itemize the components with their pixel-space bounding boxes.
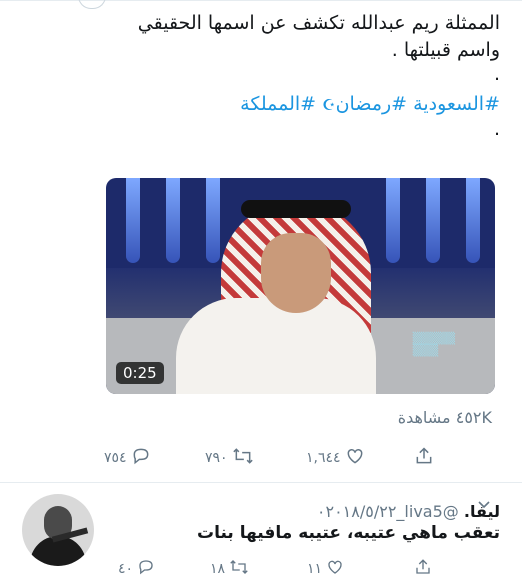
crescent-moon-icon: ☪	[322, 96, 336, 114]
reply-like-count: ١١	[307, 561, 323, 577]
reply-header: ليفا. @liva5_٠٢٠١٨/٥/٢٢	[317, 502, 500, 521]
stage-light	[206, 178, 220, 263]
divider	[0, 482, 522, 483]
previous-avatar-edge	[78, 0, 106, 9]
stage-light	[426, 178, 440, 263]
reply-text: تعقب ماهي عتيبه، عتيبه مافيها بنات	[196, 523, 500, 543]
tweet-actions: ٧٥٤ ٧٩٠ ١,٦٤٤	[0, 438, 522, 478]
video-player[interactable]: ▒▒▒▒▒ ▒▒▒ 0:25	[106, 178, 495, 394]
retweet-action[interactable]: ٧٩٠	[205, 446, 254, 470]
reply-handle-date[interactable]: @liva5_٠٢٠١٨/٥/٢٢	[317, 502, 459, 521]
stage-light	[126, 178, 140, 263]
tweet-line-2: واسم قبيلتها .	[391, 39, 500, 61]
reply-icon	[131, 446, 151, 470]
reply-reply-count: ٤٠	[118, 561, 134, 577]
reply-retweet-action[interactable]: ١٨	[210, 558, 249, 580]
video-face	[261, 233, 331, 313]
channel-logo: ▒▒▒▒▒ ▒▒▒	[412, 332, 455, 357]
reply-author-name[interactable]: ليفا.	[464, 502, 500, 521]
tweet-dot-2: .	[493, 118, 500, 140]
retweet-count: ٧٩٠	[205, 450, 228, 466]
reply-action[interactable]: ٧٥٤	[104, 446, 151, 470]
share-icon	[414, 558, 432, 580]
retweet-icon	[232, 446, 254, 470]
hashtag-ramadan[interactable]: #رمضان	[336, 93, 408, 115]
video-agal	[241, 200, 351, 218]
hashtag-kingdom[interactable]: #المملكة	[240, 93, 316, 115]
reply-like-action[interactable]: ١١	[307, 558, 344, 580]
stage-light	[166, 178, 180, 263]
reply-actions: ٤٠ ١٨ ١١	[0, 556, 522, 586]
like-action[interactable]: ١,٦٤٤	[306, 446, 365, 470]
reply-count: ٧٥٤	[104, 450, 127, 466]
like-count: ١,٦٤٤	[306, 450, 341, 466]
share-icon	[414, 446, 434, 470]
tweet-dot-1: .	[493, 63, 500, 85]
stage-light	[466, 178, 480, 263]
view-count: ٤٥٢K مشاهدة	[397, 408, 492, 427]
hashtag-line: #السعودية #رمضان☪ #المملكة	[60, 91, 500, 119]
reply-share-action[interactable]	[414, 558, 432, 580]
heart-icon	[345, 446, 365, 470]
tweet-text: الممثلة ريم عبدالله تكشف عن اسمها الحقيق…	[60, 10, 500, 146]
tweet-line-1: الممثلة ريم عبدالله تكشف عن اسمها الحقيق…	[137, 12, 500, 34]
reply-reply-action[interactable]: ٤٠	[118, 558, 155, 580]
retweet-icon	[229, 558, 249, 580]
video-duration: 0:25	[116, 362, 164, 384]
hashtag-saudi[interactable]: #السعودية	[413, 93, 500, 115]
stage-light	[386, 178, 400, 263]
reply-icon	[137, 558, 155, 580]
video-person	[176, 298, 376, 394]
heart-icon	[326, 558, 344, 580]
share-action[interactable]	[414, 446, 434, 470]
reply-retweet-count: ١٨	[210, 561, 226, 577]
